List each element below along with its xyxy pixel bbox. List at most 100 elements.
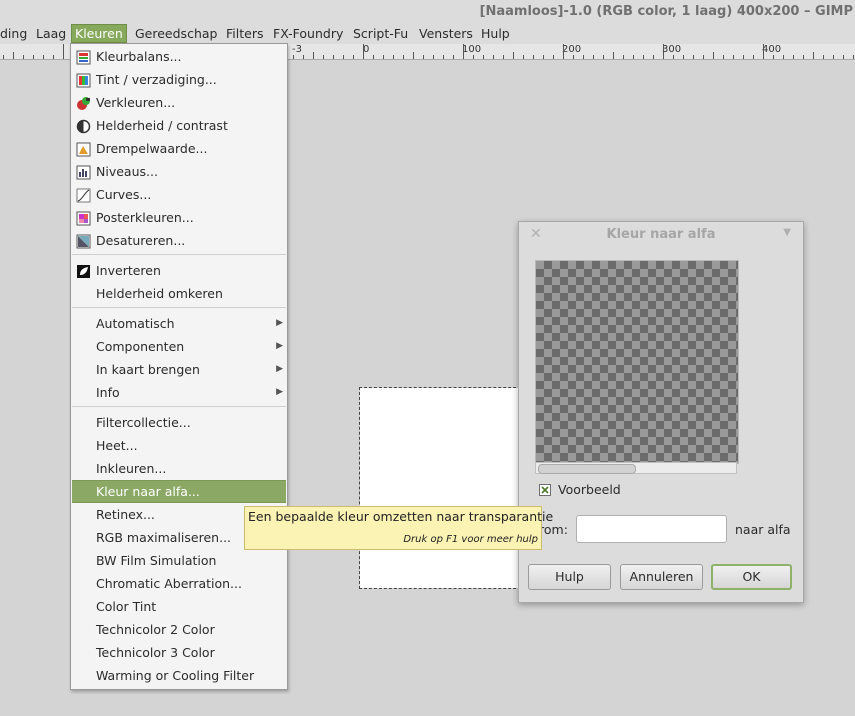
menu-item-brightness-contrast[interactable]: Helderheid / contrast [72,114,286,137]
tooltip-hint: Druk op F1 voor meer hulp [403,534,538,545]
menu-item-hot[interactable]: Heet... [72,434,286,457]
menu-filters[interactable]: Filters [223,24,266,43]
tooltip-text: Een bepaalde kleur omzetten naar transpa… [248,509,554,524]
menu-item-label: Heet... [96,438,138,453]
window-title: [Naamloos]-1.0 (RGB color, 1 laag) 400x2… [479,4,853,19]
ruler-tick [53,55,54,59]
image-canvas[interactable] [359,387,541,589]
ruler-tick [853,55,854,59]
ruler-tick [623,55,624,59]
ruler-tick [833,55,834,59]
ruler-tick [43,55,44,59]
ruler-tick [293,55,294,59]
posterize-icon [76,210,91,226]
menu-item-label: Verkleuren... [96,95,176,110]
menu-item-technicolor-2[interactable]: Technicolor 2 Color [72,618,286,641]
menu-partial-left[interactable]: ding [0,24,30,43]
menu-item-posterize[interactable]: Posterkleuren... [72,206,286,229]
ruler-tick [33,55,34,59]
menu-item-warming-cooling[interactable]: Warming or Cooling Filter [72,664,286,687]
menu-item-auto[interactable]: Automatisch ▶ [72,312,286,335]
ruler-tick [543,55,544,59]
menu-kleuren[interactable]: Kleuren [71,24,127,43]
ruler-tick [453,55,454,59]
menu-item-label: Chromatic Aberration... [96,576,242,591]
menu-item-bw-film[interactable]: BW Film Simulation [72,549,286,572]
menu-script-fu[interactable]: Script-Fu [350,24,411,43]
menu-item-label: Drempelwaarde... [96,141,208,156]
ruler-tick [673,55,674,59]
window-menu-icon[interactable]: ▼ [783,227,791,238]
menu-item-desaturate[interactable]: Desatureren... [72,229,286,252]
menu-item-color-to-alpha[interactable]: Kleur naar alfa... [72,480,286,503]
ruler-tick [63,44,64,59]
menu-item-curves[interactable]: Curves... [72,183,286,206]
menu-item-levels[interactable]: Niveaus... [72,160,286,183]
from-color-button[interactable] [576,515,727,543]
ruler-tick [643,55,644,59]
ruler-tick [383,55,384,59]
menu-item-label: Componenten [96,339,185,354]
ruler-tick [653,55,654,59]
ruler-tick [733,55,734,59]
menu-item-map[interactable]: In kaart brengen ▶ [72,358,286,381]
preview-area[interactable] [535,260,739,464]
ruler-tick [463,44,464,59]
ruler-tick [313,52,314,59]
brightness-contrast-icon [76,118,91,134]
menu-item-label: Helderheid / contrast [96,118,228,133]
ruler-tick [333,55,334,59]
menu-fx-foundry[interactable]: FX-Foundry [270,24,346,43]
menu-item-color-tint[interactable]: Color Tint [72,595,286,618]
ruler-tick [353,55,354,59]
menu-item-label: Retinex... [96,507,155,522]
colorize-icon [76,95,91,110]
menu-item-components[interactable]: Componenten ▶ [72,335,286,358]
menu-item-invert[interactable]: Inverteren [72,259,286,282]
ruler-tick [743,55,744,59]
ruler-label: 400 [762,44,782,55]
menu-item-filter-pack[interactable]: Filtercollectie... [72,411,286,434]
menu-item-color-balance[interactable]: Kleurbalans... [72,45,286,68]
menu-item-colorify[interactable]: Inkleuren... [72,457,286,480]
menu-item-threshold[interactable]: Drempelwaarde... [72,137,286,160]
menu-item-chromatic-aberration[interactable]: Chromatic Aberration... [72,572,286,595]
help-button[interactable]: Hulp [528,564,611,590]
menu-item-label: Tint / verzadiging... [96,72,217,87]
dialog-title: Kleur naar alfa [606,227,716,242]
ruler-tick [613,52,614,59]
cancel-button[interactable]: Annuleren [620,564,703,590]
ruler-tick [363,44,364,59]
menu-item-technicolor-3[interactable]: Technicolor 3 Color [72,641,286,664]
preview-scrollbar[interactable] [535,462,737,474]
menu-laag[interactable]: Laag [33,24,69,43]
menu-item-hue-saturation[interactable]: Tint / verzadiging... [72,68,286,91]
hue-saturation-icon [76,72,91,88]
ruler-tick [13,52,14,59]
desaturate-icon [76,233,91,249]
menu-separator [72,254,286,255]
ruler-tick [763,44,764,59]
scrollbar-thumb[interactable] [538,464,636,474]
ruler-tick [603,55,604,59]
menu-item-info[interactable]: Info ▶ [72,381,286,404]
menu-vensters[interactable]: Vensters [416,24,476,43]
preview-label[interactable]: Voorbeeld [558,482,621,497]
menu-item-label: Posterkleuren... [96,210,194,225]
menu-item-label: Kleur naar alfa... [96,484,200,499]
menu-item-label: Inkleuren... [96,461,167,476]
ruler-tick [493,55,494,59]
menu-hulp[interactable]: Hulp [478,24,513,43]
ruler-tick [573,55,574,59]
menu-item-label: Filtercollectie... [96,415,191,430]
ruler-tick [753,55,754,59]
ruler-label: -3 [292,44,302,55]
preview-checkbox[interactable] [539,484,551,496]
menu-item-value-invert[interactable]: Helderheid omkeren [72,282,286,305]
ruler-tick [413,52,414,59]
ruler-tick [773,55,774,59]
ok-button[interactable]: OK [711,564,792,590]
menu-gereedschap[interactable]: Gereedschap [132,24,220,43]
menu-item-colorize[interactable]: Verkleuren... [72,91,286,114]
ruler-tick [423,55,424,59]
